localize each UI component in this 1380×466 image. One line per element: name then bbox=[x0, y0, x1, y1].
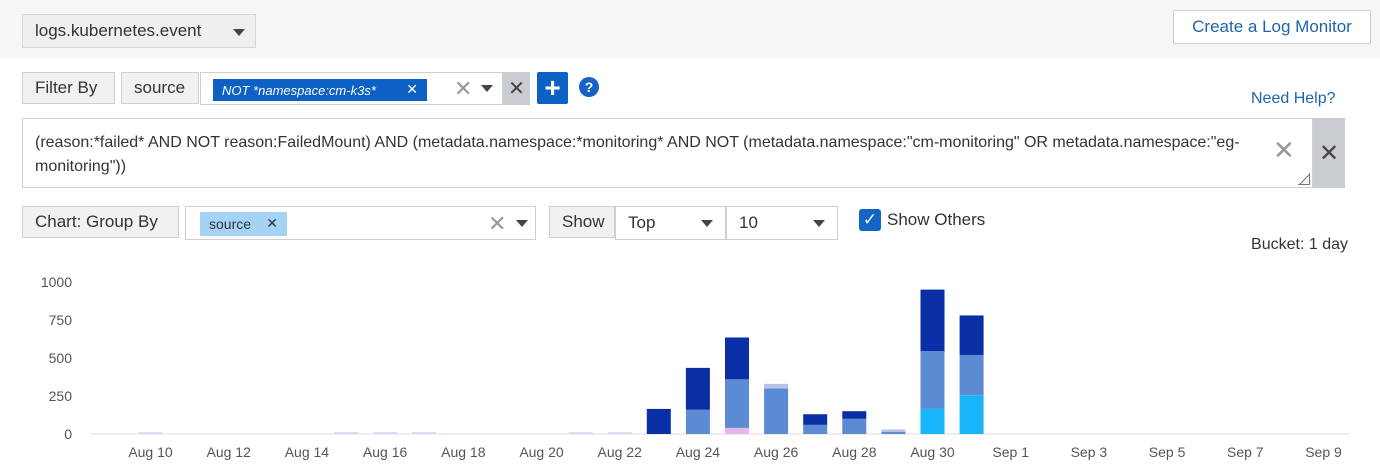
x-tick-label: Aug 20 bbox=[519, 444, 564, 460]
filter-tag-label: NOT *namespace:cm-k3s* bbox=[222, 82, 376, 98]
x-tick-label: Sep 5 bbox=[1149, 444, 1186, 460]
x-tick-label: Aug 10 bbox=[128, 444, 173, 460]
x-tick-label: Aug 30 bbox=[910, 444, 955, 460]
bar-segment bbox=[842, 411, 867, 419]
bar-segment bbox=[842, 418, 867, 434]
bar-segment bbox=[920, 408, 945, 434]
chevron-down-icon[interactable] bbox=[481, 85, 493, 92]
bar-segment bbox=[685, 367, 710, 410]
faint-bar bbox=[138, 432, 163, 434]
faint-bar bbox=[412, 432, 437, 434]
event-count-chart: 0 250 500 750 1000 Aug 10 Aug 12 Aug 14 Aug 16 Au… bbox=[41, 274, 1350, 460]
log-source-select[interactable]: logs.kubernetes.event bbox=[22, 14, 256, 48]
group-by-input[interactable]: source ✕ ✕ bbox=[185, 206, 536, 240]
x-tick-label: Aug 26 bbox=[754, 444, 799, 460]
show-count-value: 10 bbox=[739, 213, 758, 232]
filter-by-label: Filter By bbox=[22, 72, 115, 104]
show-count-select[interactable]: 10 bbox=[726, 206, 838, 240]
y-tick-label: 0 bbox=[64, 426, 72, 442]
group-by-tag-label: source bbox=[209, 216, 252, 232]
bar-segment bbox=[881, 431, 906, 434]
y-tick-label: 250 bbox=[49, 388, 73, 404]
filter-field-select[interactable]: source bbox=[121, 72, 199, 104]
bar-segment bbox=[725, 427, 749, 434]
bar-segment bbox=[959, 395, 984, 434]
x-tick-label: Sep 3 bbox=[1071, 444, 1108, 460]
need-help-link[interactable]: Need Help? bbox=[1251, 90, 1336, 108]
y-tick-label: 750 bbox=[49, 312, 73, 328]
query-textarea[interactable]: (reason:*failed* AND NOT reason:FailedMo… bbox=[22, 118, 1313, 188]
bar-segment bbox=[803, 414, 828, 425]
x-tick-label: Sep 7 bbox=[1227, 444, 1264, 460]
bar-segment bbox=[959, 354, 984, 396]
log-source-value: logs.kubernetes.event bbox=[35, 21, 202, 40]
checkbox-checked-icon[interactable]: ✓ bbox=[859, 209, 881, 231]
show-others-label: Show Others bbox=[887, 210, 986, 229]
bar-segment bbox=[685, 409, 710, 434]
clear-icon[interactable]: ✕ bbox=[454, 78, 472, 100]
bar-segment bbox=[959, 315, 984, 355]
faint-bar bbox=[334, 432, 358, 434]
bar-segment bbox=[725, 379, 749, 428]
x-tick-label: Aug 18 bbox=[441, 444, 486, 460]
filter-tag: NOT *namespace:cm-k3s* ✕ bbox=[213, 79, 427, 101]
resize-handle-icon[interactable] bbox=[1298, 173, 1310, 185]
help-icon[interactable]: ? bbox=[579, 77, 599, 97]
show-order-value: Top bbox=[628, 213, 656, 232]
show-label: Show bbox=[549, 206, 615, 238]
x-tick-label: Aug 22 bbox=[598, 444, 643, 460]
x-tick-label: Sep 9 bbox=[1305, 444, 1342, 460]
tag-remove-icon[interactable]: ✕ bbox=[406, 81, 418, 98]
bucket-label: Bucket: 1 day bbox=[1251, 236, 1348, 253]
chevron-down-icon bbox=[813, 220, 825, 227]
bar-segment bbox=[646, 408, 671, 434]
x-tick-label: Aug 28 bbox=[832, 444, 877, 460]
faint-bar bbox=[568, 432, 593, 434]
top-toolbar: logs.kubernetes.event Create a Log Monit… bbox=[0, 0, 1380, 58]
bar-segment bbox=[920, 289, 945, 352]
bar-segment bbox=[881, 429, 906, 432]
bar-segment bbox=[803, 424, 828, 434]
y-tick-label: 500 bbox=[49, 350, 73, 366]
filter-values-input[interactable]: NOT *namespace:cm-k3s* ✕ ✕ bbox=[200, 72, 503, 105]
x-tick-label: Sep 1 bbox=[992, 444, 1029, 460]
faint-bar bbox=[607, 432, 632, 434]
x-tick-label: Aug 16 bbox=[363, 444, 408, 460]
bar-segment bbox=[764, 383, 789, 389]
bar-segment bbox=[725, 337, 749, 380]
show-others-checkbox[interactable]: ✓ Show Others bbox=[859, 209, 985, 231]
chevron-down-icon[interactable] bbox=[516, 220, 528, 227]
chevron-down-icon bbox=[701, 220, 713, 227]
add-filter-button[interactable]: + bbox=[537, 72, 568, 104]
faint-bar bbox=[373, 432, 398, 434]
x-tick-label: Aug 14 bbox=[285, 444, 330, 460]
y-tick-label: 1000 bbox=[41, 274, 72, 290]
chevron-down-icon bbox=[233, 29, 245, 36]
remove-query-button[interactable]: ✕ bbox=[1313, 118, 1345, 188]
clear-icon[interactable]: ✕ bbox=[488, 213, 506, 235]
group-by-tag: source ✕ bbox=[200, 212, 287, 236]
show-order-select[interactable]: Top bbox=[615, 206, 726, 240]
create-log-monitor-button[interactable]: Create a Log Monitor bbox=[1173, 10, 1371, 44]
tag-remove-icon[interactable]: ✕ bbox=[266, 215, 278, 232]
x-tick-label: Aug 12 bbox=[207, 444, 252, 460]
remove-filter-button[interactable]: ✕ bbox=[503, 72, 530, 105]
bar-segment bbox=[764, 388, 789, 434]
clear-query-icon[interactable]: ✕ bbox=[1273, 137, 1295, 163]
query-text: (reason:*failed* AND NOT reason:FailedMo… bbox=[35, 134, 1240, 175]
bar-segment bbox=[920, 351, 945, 409]
group-by-label: Chart: Group By bbox=[22, 206, 179, 238]
x-tick-label: Aug 24 bbox=[676, 444, 721, 460]
